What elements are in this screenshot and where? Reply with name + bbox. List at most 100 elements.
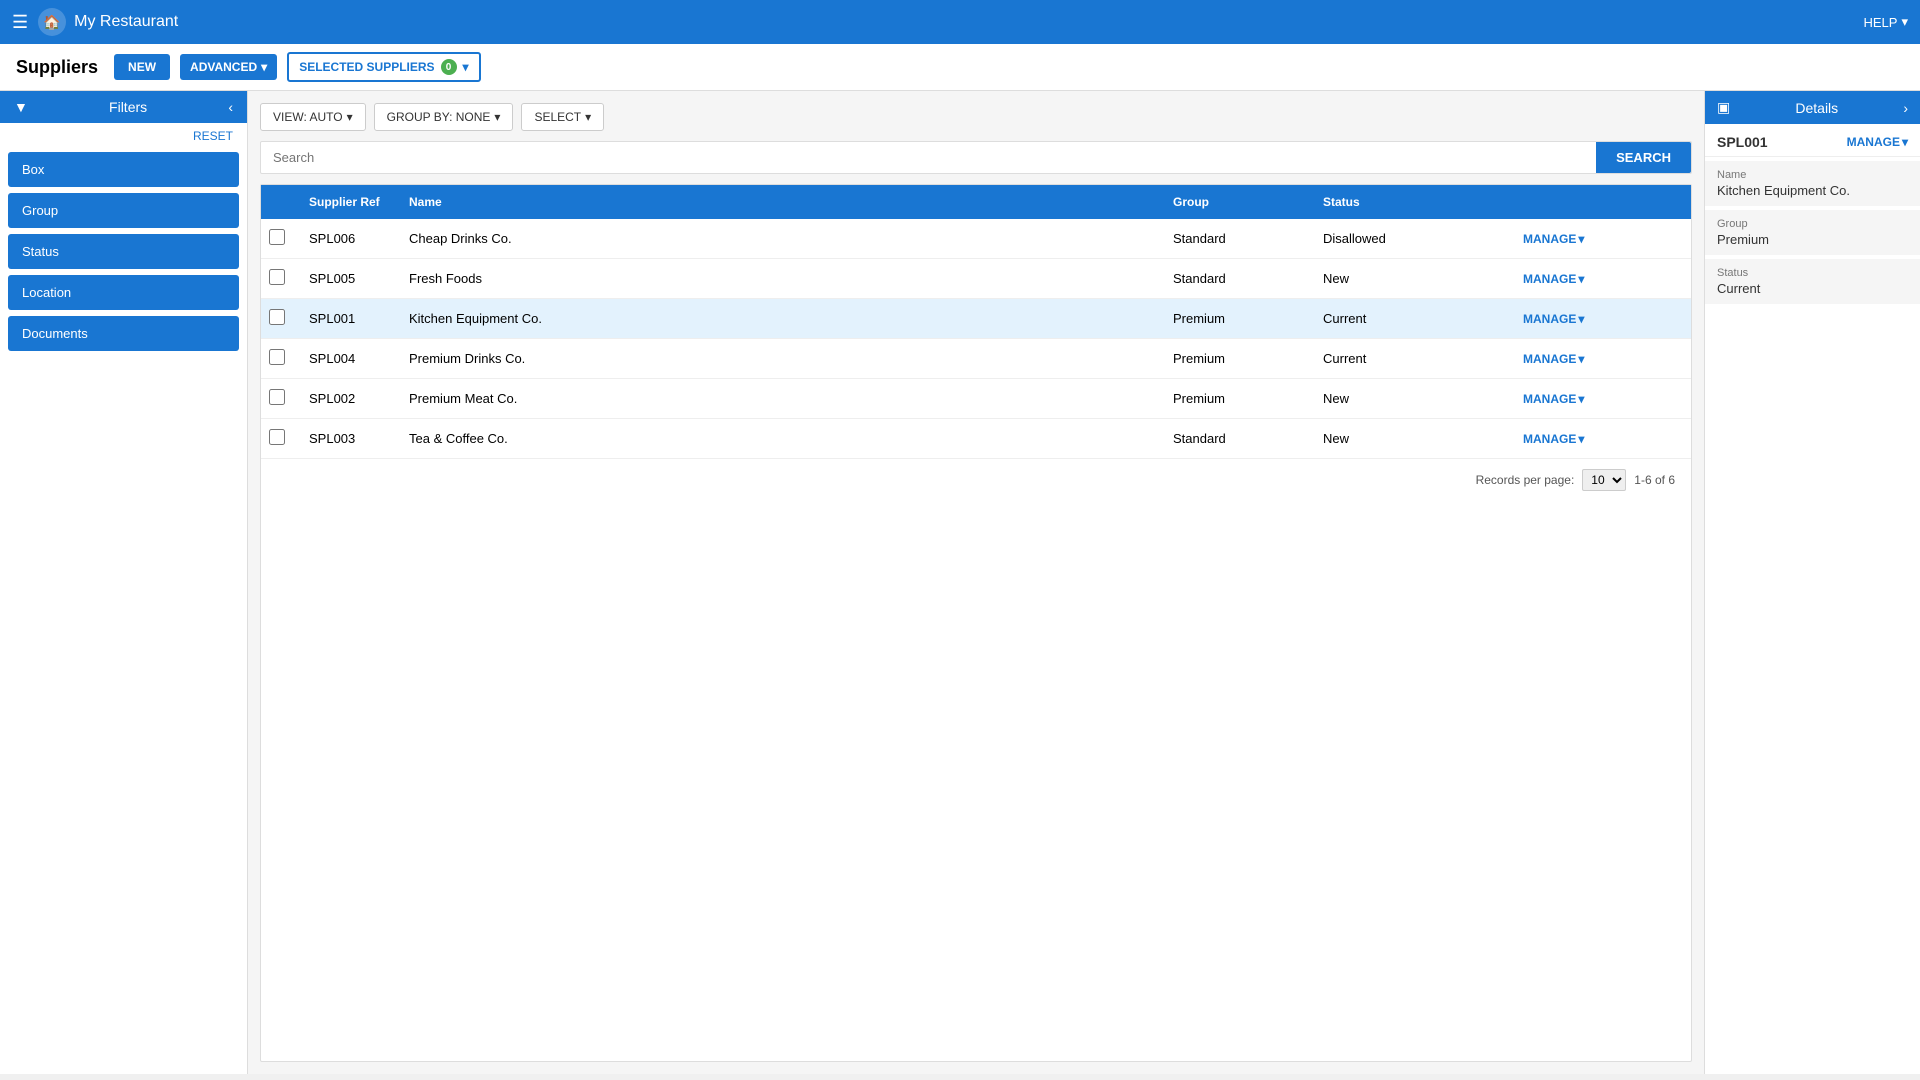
filter-icon: ▼ [14,99,28,115]
details-field-label: Group [1717,218,1908,230]
table-row: SPL005 Fresh Foods Standard New MANAGE [261,259,1691,299]
details-header: ▣ Details [1705,91,1920,124]
row-manage-button[interactable]: MANAGE [1523,272,1584,286]
app-title: My Restaurant [74,13,178,31]
sidebar-collapse-icon[interactable]: ‹ [228,99,233,115]
row-checkbox-cell [269,429,309,448]
row-checkbox[interactable] [269,429,285,445]
row-status: New [1323,431,1523,446]
row-checkbox[interactable] [269,229,285,245]
selected-suppliers-button[interactable]: SELECTED SUPPLIERS 0 [287,52,480,82]
menu-icon[interactable]: ☰ [12,12,28,33]
sidebar-item-box[interactable]: Box [8,152,239,187]
row-ref: SPL003 [309,431,409,446]
col-status: Status [1323,195,1523,209]
table-header: Supplier Ref Name Group Status [261,185,1691,219]
select-chevron-icon [585,110,591,124]
row-group: Premium [1173,311,1323,326]
sidebar-item-documents[interactable]: Documents [8,316,239,351]
row-manage-button[interactable]: MANAGE [1523,232,1584,246]
manage-chevron-icon [1578,272,1584,286]
main-layout: ▼ Filters ‹ RESET Box Group Status Locat… [0,91,1920,1074]
table-row: SPL006 Cheap Drinks Co. Standard Disallo… [261,219,1691,259]
help-button[interactable]: HELP [1864,14,1909,30]
row-group: Premium [1173,391,1323,406]
row-name: Cheap Drinks Co. [409,231,1173,246]
row-actions: MANAGE [1523,392,1683,406]
sidebar-header: ▼ Filters ‹ [0,91,247,123]
row-ref: SPL002 [309,391,409,406]
row-checkbox[interactable] [269,269,285,285]
selected-count-badge: 0 [441,59,457,75]
sidebar-item-status[interactable]: Status [8,234,239,269]
details-fields: Name Kitchen Equipment Co. Group Premium… [1705,157,1920,304]
search-bar: SEARCH [260,141,1692,174]
details-field-value: Kitchen Equipment Co. [1717,183,1908,198]
row-checkbox-cell [269,269,309,288]
row-group: Standard [1173,271,1323,286]
row-actions: MANAGE [1523,352,1683,366]
sidebar: ▼ Filters ‹ RESET Box Group Status Locat… [0,91,248,1074]
row-name: Fresh Foods [409,271,1173,286]
details-field-label: Name [1717,169,1908,181]
reset-button[interactable]: RESET [0,123,247,149]
details-ref: SPL001 [1717,134,1768,150]
col-group: Group [1173,195,1323,209]
advanced-button[interactable]: ADVANCED [180,54,277,80]
manage-chevron-icon [1578,232,1584,246]
details-field-value: Premium [1717,232,1908,247]
details-expand-icon[interactable] [1903,100,1908,116]
row-manage-button[interactable]: MANAGE [1523,312,1584,326]
table-row: SPL001 Kitchen Equipment Co. Premium Cur… [261,299,1691,339]
select-button[interactable]: SELECT [521,103,604,131]
manage-chevron-icon [1578,352,1584,366]
row-manage-button[interactable]: MANAGE [1523,352,1584,366]
row-status: New [1323,391,1523,406]
details-field: Status Current [1705,259,1920,304]
toolbar: VIEW: AUTO GROUP BY: NONE SELECT [260,103,1692,131]
table-row: SPL002 Premium Meat Co. Premium New MANA… [261,379,1691,419]
row-checkbox-cell [269,309,309,328]
details-field: Name Kitchen Equipment Co. [1705,161,1920,206]
manage-chevron-icon [1578,432,1584,446]
top-nav: ☰ 🏠 My Restaurant HELP [0,0,1920,44]
row-manage-button[interactable]: MANAGE [1523,432,1584,446]
table-row: SPL004 Premium Drinks Co. Premium Curren… [261,339,1691,379]
group-by-chevron-icon [494,110,500,124]
row-checkbox[interactable] [269,309,285,325]
records-per-page-select[interactable]: 10 25 50 [1582,469,1626,491]
details-field-label: Status [1717,267,1908,279]
row-name: Premium Drinks Co. [409,351,1173,366]
details-manage-button[interactable]: MANAGE [1847,135,1908,149]
row-checkbox[interactable] [269,349,285,365]
help-chevron-icon [1901,14,1908,30]
group-by-button[interactable]: GROUP BY: NONE [374,103,514,131]
row-ref: SPL006 [309,231,409,246]
sidebar-item-group[interactable]: Group [8,193,239,228]
row-actions: MANAGE [1523,272,1683,286]
manage-chevron-icon [1578,392,1584,406]
manage-chevron-icon [1578,312,1584,326]
sidebar-item-location[interactable]: Location [8,275,239,310]
col-actions [1523,195,1683,209]
row-actions: MANAGE [1523,232,1683,246]
view-button[interactable]: VIEW: AUTO [260,103,366,131]
row-group: Standard [1173,431,1323,446]
advanced-chevron-icon [261,60,267,74]
search-button[interactable]: SEARCH [1596,142,1691,173]
details-field: Group Premium [1705,210,1920,255]
selected-suppliers-chevron-icon [463,60,469,74]
content-area: VIEW: AUTO GROUP BY: NONE SELECT SEARCH … [248,91,1704,1074]
row-ref: SPL005 [309,271,409,286]
table-body: SPL006 Cheap Drinks Co. Standard Disallo… [261,219,1691,459]
row-status: Current [1323,311,1523,326]
new-button[interactable]: NEW [114,54,170,80]
row-checkbox-cell [269,389,309,408]
details-icon: ▣ [1717,99,1730,116]
search-input[interactable] [261,142,1588,173]
table-row: SPL003 Tea & Coffee Co. Standard New MAN… [261,419,1691,459]
row-checkbox[interactable] [269,389,285,405]
col-checkbox [269,195,309,209]
row-manage-button[interactable]: MANAGE [1523,392,1584,406]
row-name: Tea & Coffee Co. [409,431,1173,446]
